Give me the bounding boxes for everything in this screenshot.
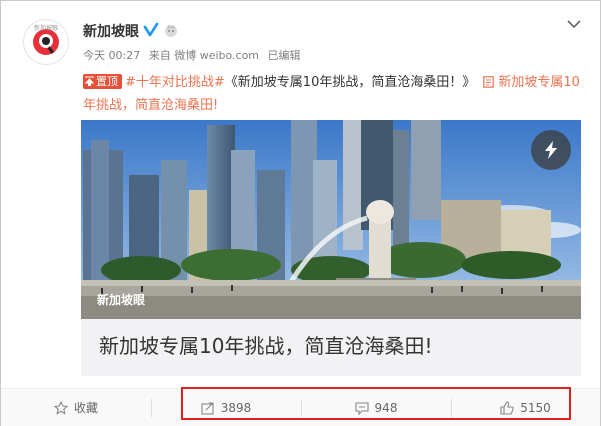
singapore-skyline-image [81, 120, 581, 319]
avatar[interactable]: 新加坡眼 [23, 19, 69, 65]
card-image[interactable]: 新加坡眼 [81, 120, 581, 319]
article-link-icon [483, 76, 495, 88]
pin-icon [85, 76, 94, 86]
weibo-post-card: 新加坡眼 新加坡眼 今天 00:27 来自 微博 weibo.com 已编辑 置… [0, 0, 601, 426]
favorite-label: 收藏 [73, 401, 98, 415]
article-card[interactable]: 新加坡眼 新加坡专属10年挑战，简直沧海桑田! [81, 120, 581, 376]
favorite-button[interactable]: 收藏 [1, 389, 151, 426]
pinned-label: 置顶 [96, 75, 118, 88]
edited-label[interactable]: 已编辑 [268, 49, 301, 62]
author-name[interactable]: 新加坡眼 [83, 21, 139, 41]
pinned-badge: 置顶 [83, 74, 122, 89]
card-title[interactable]: 新加坡专属10年挑战，简直沧海桑田! [99, 330, 432, 359]
post-text: 置顶 #十年对比挑战#《新加坡专属10年挑战，简直沧海桑田！》 新加坡专属10年挑战… [83, 71, 583, 117]
hashtag-link[interactable]: #十年对比挑战# [125, 75, 225, 90]
image-watermark-label: 新加坡眼 [97, 293, 146, 307]
star-icon [53, 400, 68, 415]
post-time[interactable]: 今天 00:27 [83, 49, 140, 62]
post-meta: 今天 00:27 来自 微博 weibo.com 已编辑 [83, 47, 306, 63]
highlight-annotation [181, 387, 571, 420]
chevron-down-icon[interactable] [567, 19, 581, 29]
play-button[interactable] [531, 130, 571, 170]
verified-icon [143, 22, 159, 37]
post-source[interactable]: 来自 微博 weibo.com [149, 49, 259, 62]
member-badge-icon[interactable] [163, 22, 179, 38]
post-body: 《新加坡专属10年挑战，简直沧海桑田！》 [224, 75, 476, 90]
avatar-caption: 新加坡眼 [33, 25, 58, 32]
lightning-icon [545, 141, 557, 159]
